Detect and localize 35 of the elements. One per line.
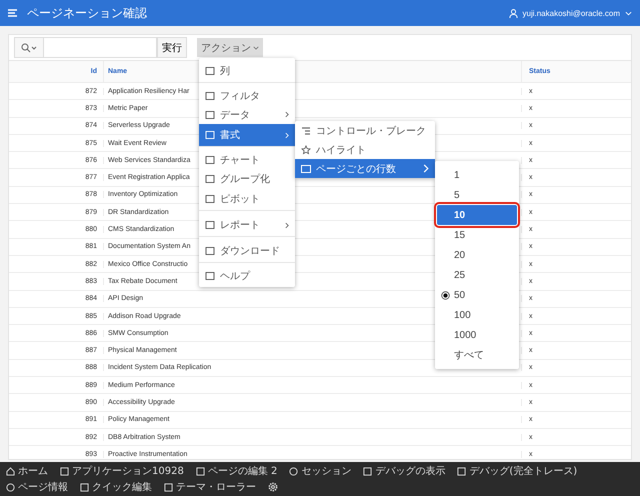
menu-item[interactable]: 列 (199, 60, 295, 83)
menu-item[interactable]: ページごとの行数 (295, 159, 435, 178)
settings-icon[interactable] (268, 482, 278, 492)
menu-item[interactable]: ダウンロード (199, 240, 295, 263)
search-field[interactable] (14, 37, 157, 58)
caret-icon[interactable] (625, 10, 632, 16)
toolbar-button[interactable]: ホーム (6, 464, 48, 478)
window-icon (363, 466, 372, 476)
user-icon (508, 8, 518, 18)
toolbar-button[interactable]: ページの編集 2 (196, 464, 278, 478)
rows-icon (301, 164, 311, 174)
home-icon (6, 466, 15, 476)
lines-icon (301, 126, 311, 136)
chevron-icon (423, 164, 429, 173)
menu-item[interactable]: 書式 (199, 124, 295, 147)
toolbar-button[interactable]: アプリケーション10928 (60, 464, 184, 478)
chevron-icon (285, 132, 289, 138)
menu-item[interactable]: ピボット (199, 188, 295, 211)
toolbar-button[interactable]: デバッグの表示 (363, 464, 446, 478)
toolbar-button[interactable]: ページ情報 (6, 480, 68, 494)
window-icon (80, 482, 89, 492)
star-icon (301, 144, 311, 154)
toolbar-button[interactable]: テーマ・ローラー (164, 480, 256, 494)
menu-item[interactable]: 10 (437, 205, 517, 225)
page-title: ページネーション確認 (27, 4, 147, 22)
go-button[interactable]: 実行 (157, 37, 187, 58)
caret-icon (253, 46, 259, 50)
user-menu[interactable]: yuji.nakakoshi@oracle.com (522, 8, 620, 18)
toolbar-button[interactable]: デバッグ(完全トレース) (457, 464, 578, 478)
menu-icon[interactable] (8, 9, 18, 17)
toolbar-button[interactable]: クイック編集 (80, 480, 152, 494)
actions-button[interactable]: アクション (197, 38, 263, 57)
chevron-icon (285, 111, 289, 118)
toolbar-button[interactable]: セッション (289, 464, 352, 478)
chevron-icon (285, 222, 289, 228)
